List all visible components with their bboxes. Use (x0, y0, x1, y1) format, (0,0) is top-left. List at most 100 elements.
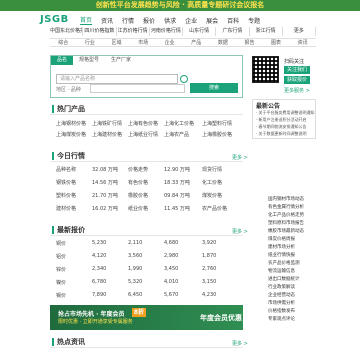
grid-cell[interactable]: 上海建材价格 (92, 131, 122, 138)
grid-cell[interactable]: 现货行情 (202, 166, 222, 173)
submenu-item[interactable]: 行业 (77, 39, 104, 46)
search-button[interactable]: 搜索 (190, 83, 238, 93)
grid-cell[interactable]: 7,890 (92, 292, 106, 298)
menu-item[interactable]: 浙江行情 (250, 27, 283, 36)
side-list-item[interactable]: 农产品价格监测 (268, 260, 300, 266)
side-list-item[interactable]: 建材市场分析 (268, 244, 295, 250)
grid-cell[interactable]: 2,760 (202, 266, 216, 272)
grid-cell[interactable]: 5,230 (92, 240, 106, 246)
grid-cell[interactable]: 4,120 (92, 253, 106, 259)
grid-cell[interactable]: 21.70 万吨 (92, 192, 118, 199)
submenu-item[interactable]: 综合 (50, 39, 77, 46)
side-list-item[interactable]: 进出口数据统计 (268, 276, 300, 282)
grid-cell[interactable]: 价格走势 (128, 166, 148, 173)
side-list-item[interactable]: 塑料原料市场报告 (268, 220, 304, 226)
grid-cell[interactable]: 4,010 (164, 279, 178, 285)
grid-cell[interactable]: 品种名称 (56, 166, 76, 173)
submenu-item[interactable]: 市场 (130, 39, 157, 46)
side-list-item[interactable]: 物流运输信息 (268, 268, 295, 274)
grid-cell[interactable]: 钢铁价格 (56, 179, 76, 186)
grid-cell[interactable]: 6,780 (92, 279, 106, 285)
grid-cell[interactable]: 上海有色价格 (128, 120, 158, 127)
grid-cell[interactable]: 6,450 (128, 292, 142, 298)
menu-item[interactable]: 河南价格行情 (150, 27, 183, 36)
grid-cell[interactable]: 5,320 (128, 279, 142, 285)
grid-cell[interactable]: 锡价 (56, 292, 66, 299)
follow-button[interactable]: 关注我们 (284, 66, 310, 74)
notice-item[interactable]: · 关于平台服务费用调整说明通知 (256, 110, 316, 116)
grid-cell[interactable]: 上海塑料行情 (202, 120, 232, 127)
menu-item[interactable]: 广东行情 (216, 27, 250, 36)
grid-cell[interactable]: 上海钢材价格 (56, 120, 86, 127)
grid-cell[interactable]: 上海橡胶价格 (202, 131, 232, 138)
nav-item[interactable]: 资讯 (101, 16, 113, 25)
search-input[interactable]: 请输入产品名称 (56, 74, 178, 84)
more-link[interactable]: 更多 > (232, 340, 248, 347)
submenu-item[interactable]: 企业 (156, 39, 183, 46)
side-list-item[interactable]: 价格指数发布 (268, 308, 295, 314)
side-list-item[interactable]: 行业政策解读 (268, 284, 295, 290)
grid-cell[interactable]: 建材价格 (56, 205, 76, 212)
grid-cell[interactable]: 2,110 (128, 240, 142, 246)
search-tab[interactable]: 规格型号 (73, 56, 105, 65)
more-link[interactable]: 更多 > (232, 154, 248, 161)
submenu-item[interactable]: 产品 (183, 39, 210, 46)
top-banner[interactable]: 创新性平台发展趋势与风险 · 高质量专题研讨会议报名 (0, 0, 360, 11)
nav-item[interactable]: 首页 (80, 15, 93, 25)
search-icon[interactable] (180, 75, 188, 83)
grid-cell[interactable]: 32.08 万吨 (92, 166, 118, 173)
grid-cell[interactable]: 3,150 (202, 279, 216, 285)
nav-item[interactable]: 企业 (185, 16, 197, 25)
grid-cell[interactable]: 3,560 (128, 253, 142, 259)
grid-cell[interactable]: 16.02 万吨 (92, 205, 118, 212)
grid-cell[interactable]: 4,230 (202, 292, 216, 298)
search-tab[interactable]: 品名 (51, 56, 74, 65)
menu-item[interactable]: 江苏价格行情 (117, 27, 150, 36)
grid-cell[interactable]: 上海铁矿行情 (92, 120, 122, 127)
site-logo[interactable]: JSGB (40, 14, 69, 25)
side-list-item[interactable]: 橡胶市场最新动态 (268, 228, 304, 234)
menu-item[interactable]: 山东行情 (183, 27, 217, 36)
grid-cell[interactable]: 11.45 万吨 (164, 205, 190, 212)
nav-item[interactable]: 行情 (122, 16, 134, 25)
grid-cell[interactable]: 2,340 (92, 266, 106, 272)
grid-cell[interactable]: 3,920 (202, 240, 216, 246)
grid-cell[interactable]: 3,450 (164, 266, 178, 272)
grid-cell[interactable]: 2,980 (164, 253, 178, 259)
nav-item[interactable]: 供求 (164, 16, 176, 25)
notice-item[interactable]: · 春节期间物流安排通知公告 (256, 124, 316, 130)
grid-cell[interactable]: 农产品价格 (202, 205, 227, 212)
grid-cell[interactable]: 橡胶价格 (128, 192, 148, 199)
side-list-item[interactable]: 纸业行情快报 (268, 252, 295, 258)
grid-cell[interactable]: 14.56 万吨 (92, 179, 118, 186)
grid-cell[interactable]: 铜价 (56, 240, 66, 247)
grid-cell[interactable]: 上海农产品 (164, 131, 189, 138)
grid-cell[interactable]: 上海化工价格 (164, 120, 194, 127)
grid-cell[interactable]: 铝价 (56, 253, 66, 260)
submenu-item[interactable]: 区域 (103, 39, 130, 46)
nav-item[interactable]: 百科 (227, 16, 239, 25)
notice-item[interactable]: · 新用户注册送积分活动开启 (256, 117, 316, 123)
quote-button[interactable]: 获取报价 (284, 76, 310, 84)
grid-cell[interactable]: 上海煤炭价格 (56, 131, 86, 138)
grid-cell[interactable]: 有色价格 (128, 179, 148, 186)
grid-cell[interactable]: 4,680 (164, 240, 178, 246)
grid-cell[interactable]: 1,990 (128, 266, 142, 272)
grid-cell[interactable]: 5,670 (164, 292, 178, 298)
grid-cell[interactable]: 上海纸业行情 (128, 131, 158, 138)
more-link[interactable]: 更多 > (232, 228, 248, 235)
grid-cell[interactable]: 09.84 万吨 (164, 192, 190, 199)
grid-cell[interactable]: 锌价 (56, 266, 66, 273)
submenu-item[interactable]: 资讯 (289, 39, 316, 46)
submenu-item[interactable]: 图表 (263, 39, 290, 46)
menu-item[interactable]: 更多 (283, 27, 316, 36)
submenu-item[interactable]: 数据 (210, 39, 237, 46)
side-list-item[interactable]: 有色金属行情分析 (268, 204, 304, 210)
grid-cell[interactable]: 纸业价格 (128, 205, 148, 212)
nav-item[interactable]: 专题 (248, 16, 260, 25)
grid-cell[interactable]: 化工价格 (202, 179, 222, 186)
notice-item[interactable]: · 关于数据更新时间调整说明 (256, 131, 316, 137)
side-list-item[interactable]: 企业经营动态 (268, 292, 295, 298)
side-list-item[interactable]: 国内钢材市场动态 (268, 196, 304, 202)
grid-cell[interactable]: 塑料价格 (56, 192, 76, 199)
